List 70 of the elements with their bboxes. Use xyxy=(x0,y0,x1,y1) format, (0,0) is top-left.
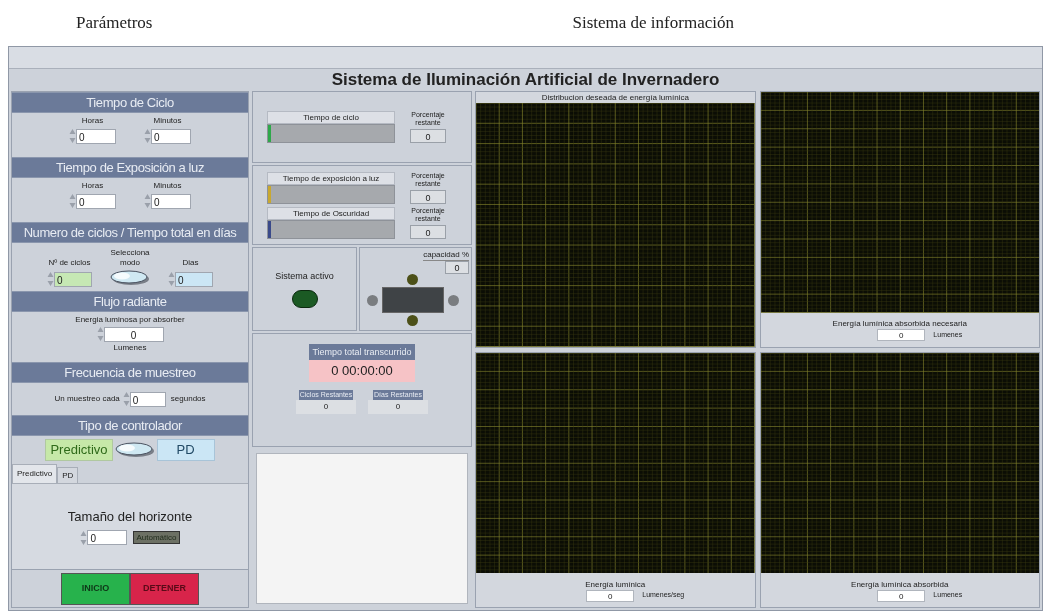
section-heading: Tipo de controlador xyxy=(12,415,248,436)
field-label: Dias xyxy=(182,258,199,268)
graph-label: Energía lumínica xyxy=(585,578,646,590)
status-label: Sistema activo xyxy=(275,270,334,284)
option-label: PD xyxy=(156,439,215,461)
elapsed-time-value: 0 00:00:00 xyxy=(309,360,415,382)
indicator-lamp xyxy=(447,294,459,306)
graph-value: 0 xyxy=(586,589,635,602)
number-field[interactable]: 0 xyxy=(151,128,191,144)
section-heading: Tiempo de Ciclo xyxy=(12,92,248,113)
percent-value: 0 xyxy=(410,189,446,204)
tab[interactable]: Predictivo xyxy=(12,464,58,483)
capacity-value: 0 xyxy=(445,261,469,274)
number-field[interactable]: 0 xyxy=(76,193,116,209)
number-field[interactable]: 0 xyxy=(76,128,116,144)
panel-title: Sistema de Iluminación Artificial de Invernadero xyxy=(330,69,721,91)
option-label: Predictivo xyxy=(45,439,113,461)
section-heading: Numero de ciclos / Tiempo total en días xyxy=(12,222,248,243)
spinner-arrows-icon[interactable] xyxy=(69,128,76,144)
number-field[interactable]: 0 xyxy=(175,271,213,287)
figure-caption: Parámetros xyxy=(76,12,153,35)
spinner-arrows-icon[interactable] xyxy=(168,271,175,287)
figure-caption: Sistema de información xyxy=(572,12,734,35)
indicator-lamp xyxy=(407,274,418,285)
spinner-arrows-icon[interactable] xyxy=(144,193,151,209)
elapsed-time-label: Tiempo total transcurrido xyxy=(309,344,415,360)
percent-value: 0 xyxy=(410,129,446,143)
field-label: Selecciona modo xyxy=(109,248,151,268)
section-heading: Frecuencia de muestreo xyxy=(12,362,248,383)
field-label: Horas xyxy=(81,116,104,126)
spinner-arrows-icon[interactable] xyxy=(47,271,54,287)
graph-label: Energía lumínica absorbida xyxy=(851,578,949,590)
field-label: segundos xyxy=(170,394,206,404)
indicator-lamp xyxy=(366,294,378,306)
field-label: Nº de ciclos xyxy=(48,258,91,268)
field-label: Energia luminosa por absorber xyxy=(75,315,185,325)
percent-value: 0 xyxy=(410,224,446,239)
number-field[interactable]: 0 xyxy=(151,193,191,209)
indicator-panel xyxy=(381,287,444,313)
toggle-switch[interactable] xyxy=(110,269,150,287)
graph-label: Energía lumínica absorbida necesaria xyxy=(832,318,967,329)
remaining-value: 0 xyxy=(296,400,356,414)
field-label: Un muestreo cada xyxy=(54,394,120,404)
graph-title: Distribucion deseada de energía lumínica xyxy=(540,92,690,103)
field-label: Minutos xyxy=(153,116,182,126)
spinner-arrows-icon[interactable] xyxy=(122,391,130,407)
number-field[interactable]: 0 xyxy=(103,326,164,342)
spinner-arrows-icon[interactable] xyxy=(144,128,151,144)
tab[interactable]: PD xyxy=(57,467,79,483)
progress-label: Tiempo de ciclo xyxy=(267,111,395,124)
indicator-lamp xyxy=(407,315,418,326)
section-heading: Flujo radiante xyxy=(12,291,248,312)
spinner-arrows-icon[interactable] xyxy=(96,326,104,342)
horizon-label: Tamaño del horizonte xyxy=(67,508,193,527)
progress-label: Tiempo de exposición a luz xyxy=(267,171,395,185)
number-field[interactable]: 0 xyxy=(87,530,128,546)
remaining-value: 0 xyxy=(368,400,428,414)
field-label: Lumenes xyxy=(113,343,147,353)
start-button[interactable]: INICIO xyxy=(61,572,130,605)
number-field[interactable]: 0 xyxy=(129,391,166,407)
number-field[interactable]: 0 xyxy=(54,271,92,287)
graph-value: 0 xyxy=(877,589,926,602)
field-label: Horas xyxy=(81,181,104,191)
spinner-arrows-icon[interactable] xyxy=(80,529,88,546)
section-heading: Tiempo de Exposición a luz xyxy=(12,157,248,178)
spinner-arrows-icon[interactable] xyxy=(69,193,76,209)
toggle-switch[interactable] xyxy=(114,441,155,459)
progress-label: Tiempo de Oscuridad xyxy=(267,206,395,220)
graph-value: 0 xyxy=(877,329,926,341)
field-label: Minutos xyxy=(153,181,182,191)
